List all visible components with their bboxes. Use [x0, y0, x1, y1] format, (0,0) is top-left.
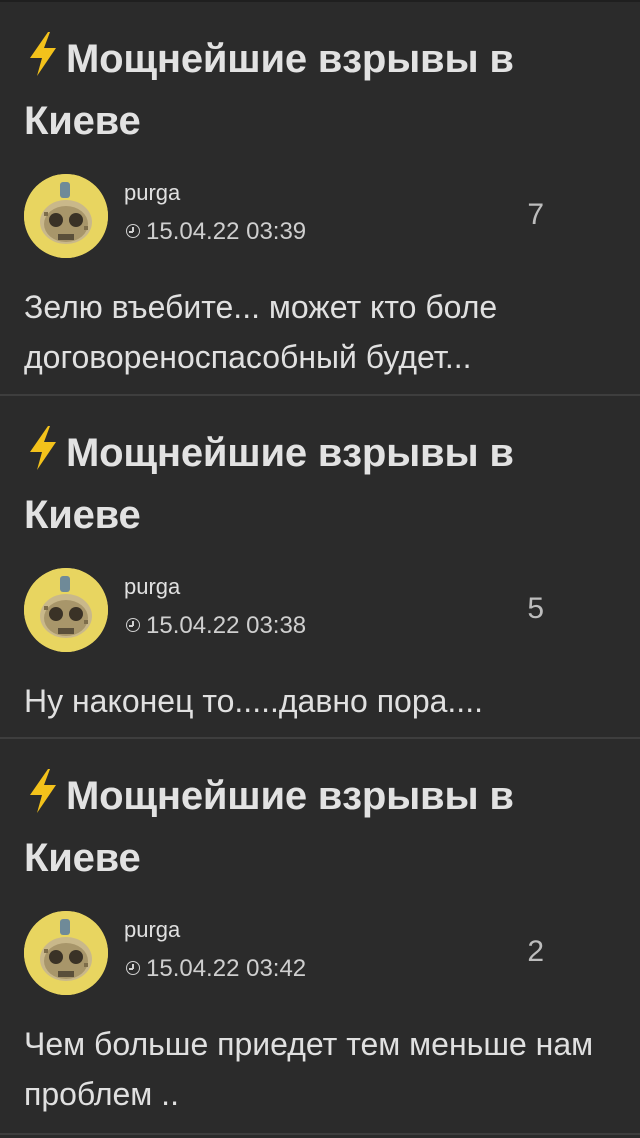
- skull-sponge-avatar-icon: [24, 911, 108, 995]
- author-name[interactable]: purga: [124, 180, 180, 206]
- skull-sponge-avatar-icon: [24, 568, 108, 652]
- author-name[interactable]: purga: [124, 574, 180, 600]
- feed-item[interactable]: Мощнейшие взрывы в Киеве purga 15.04.22 …: [0, 396, 640, 739]
- lightning-bolt-icon: [30, 426, 56, 470]
- comment-text: Чем больше приедет тем меньше нам пробле…: [24, 1026, 594, 1112]
- clock-icon: [126, 224, 140, 238]
- clock-icon: [126, 618, 140, 632]
- lightning-bolt-icon: [30, 769, 56, 813]
- author-name[interactable]: purga: [124, 917, 180, 943]
- comment-count: 2: [527, 935, 544, 968]
- feed-item-meta: purga 15.04.22 03:38 5: [24, 568, 616, 652]
- feed-item-title-text: Мощнейшие взрывы в Киеве: [24, 774, 514, 880]
- feed-item-title-text: Мощнейшие взрывы в Киеве: [24, 431, 514, 537]
- skull-sponge-avatar-icon: [24, 174, 108, 258]
- avatar[interactable]: [24, 568, 108, 652]
- timestamp-value: 15.04.22 03:42: [146, 955, 307, 982]
- feed-item[interactable]: Мощнейшие взрывы в Киеве purga 15.04.22 …: [0, 2, 640, 396]
- feed-item-title[interactable]: Мощнейшие взрывы в Киеве: [24, 422, 616, 546]
- avatar[interactable]: [24, 911, 108, 995]
- lightning-bolt-icon: [30, 32, 56, 76]
- feed-item-title-text: Мощнейшие взрывы в Киеве: [24, 37, 514, 143]
- post-timestamp: 15.04.22 03:42: [126, 955, 306, 983]
- timestamp-value: 15.04.22 03:39: [146, 218, 307, 245]
- feed-item-title[interactable]: Мощнейшие взрывы в Киеве: [24, 765, 616, 889]
- comment-text: Ну наконец то.....давно пора....: [24, 683, 483, 719]
- feed-item-meta: purga 15.04.22 03:42 2: [24, 911, 616, 995]
- clock-icon: [126, 961, 140, 975]
- comment-count: 5: [527, 592, 544, 625]
- comment-count: 7: [527, 198, 544, 231]
- post-timestamp: 15.04.22 03:39: [126, 218, 306, 246]
- feed-item-meta: purga 15.04.22 03:39 7: [24, 174, 616, 258]
- avatar[interactable]: [24, 174, 108, 258]
- feed-item-title[interactable]: Мощнейшие взрывы в Киеве: [24, 28, 616, 152]
- timestamp-value: 15.04.22 03:38: [146, 612, 307, 639]
- post-timestamp: 15.04.22 03:38: [126, 612, 306, 640]
- feed-item[interactable]: Мощнейшие взрывы в Киеве purga 15.04.22 …: [0, 739, 640, 1135]
- comment-text: Зелю въебите... может кто боле договорен…: [24, 289, 498, 375]
